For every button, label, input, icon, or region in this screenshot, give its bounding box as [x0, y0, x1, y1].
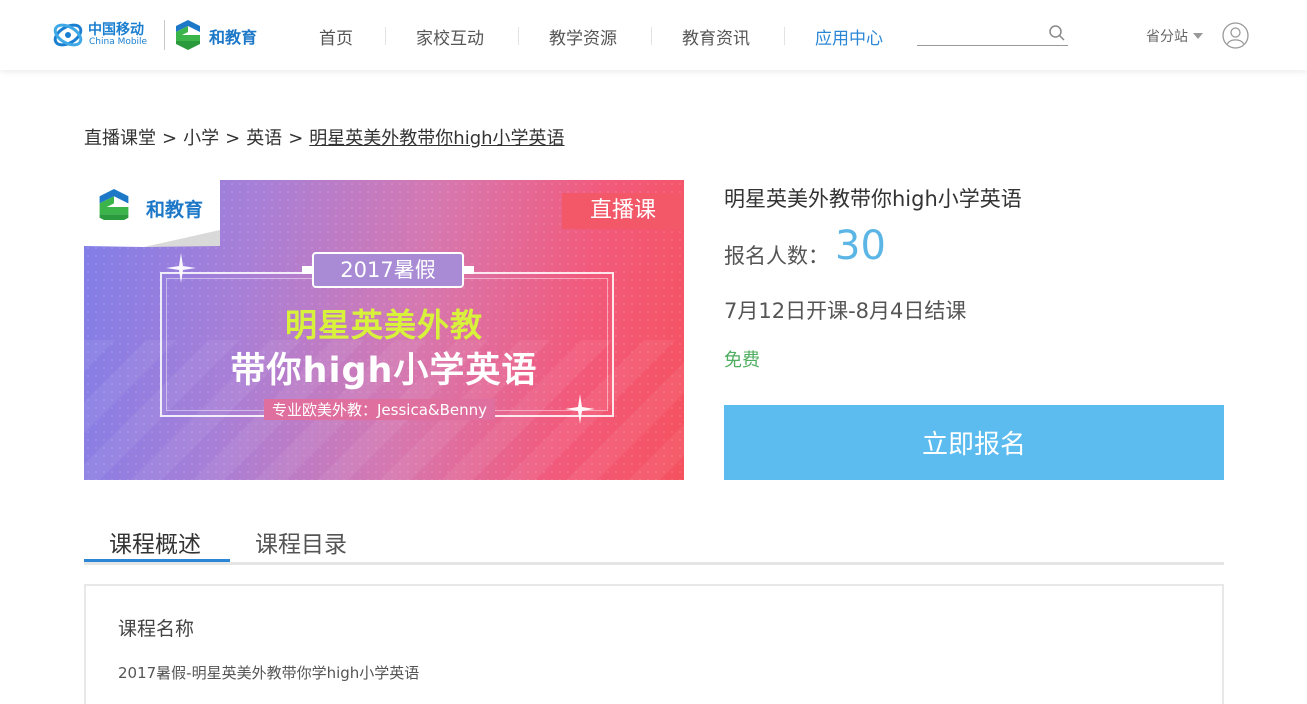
enrollment-count: 30	[835, 223, 886, 269]
user-icon[interactable]	[1222, 22, 1249, 49]
nav-item-home[interactable]: 首页	[319, 24, 353, 49]
sparkle-icon	[565, 394, 595, 424]
enroll-button[interactable]: 立即报名	[724, 405, 1224, 480]
breadcrumb-english[interactable]: 英语	[246, 128, 282, 149]
china-mobile-cn: 中国移动	[88, 22, 144, 38]
banner-teacher-line: 专业欧美外教：Jessica&Benny	[264, 399, 495, 420]
breadcrumb-separator: >	[225, 128, 241, 149]
nav-separator	[651, 27, 652, 45]
china-mobile-en: China Mobile	[89, 37, 148, 47]
sparkle-icon	[166, 253, 196, 283]
nav-separator	[385, 27, 386, 45]
course-overview-panel: 课程名称 2017暑假-明星英美外教带你学high小学英语	[84, 584, 1224, 704]
search-input[interactable]	[917, 22, 1042, 44]
china-mobile-swirl-icon	[53, 23, 83, 47]
nav-separator	[784, 27, 785, 45]
he-education-text: 和教育	[209, 28, 258, 47]
breadcrumb-live-class[interactable]: 直播课堂	[84, 128, 156, 149]
banner-year-pill: 2017暑假	[312, 252, 464, 288]
banner-headline-1: 明星英美外教	[284, 306, 483, 344]
chevron-down-icon	[1193, 33, 1203, 39]
search-box	[917, 22, 1068, 46]
nav-item-teaching-resources[interactable]: 教学资源	[549, 24, 617, 49]
logo-divider	[164, 20, 165, 50]
nav-item-app-center[interactable]: 应用中心	[815, 24, 883, 49]
breadcrumb-current-course[interactable]: 明星英美外教带你high小学英语	[309, 128, 564, 149]
top-header: 中国移动 China Mobile 和教育 首页 家校互动 教学资源 教育资讯 …	[0, 0, 1307, 70]
course-banner-image: 和教育 直播课 2017暑假 明星英美外教 带你high小学英语 专业欧美外教：…	[84, 180, 684, 480]
pill-connector	[302, 266, 312, 274]
region-selector[interactable]: 省分站	[1146, 26, 1203, 46]
nav-item-home-school[interactable]: 家校互动	[416, 24, 484, 49]
banner-logo-fold	[84, 220, 220, 247]
tab-course-catalog[interactable]: 课程目录	[255, 525, 347, 559]
region-label: 省分站	[1146, 29, 1188, 45]
course-dates: 7月12日开课-8月4日结课	[724, 299, 967, 323]
enrollment-count-label: 报名人数：	[724, 244, 829, 268]
breadcrumb: 直播课堂 > 小学 > 英语 > 明星英美外教带你high小学英语	[84, 124, 565, 150]
course-name-value: 2017暑假-明星英美外教带你学high小学英语	[118, 664, 420, 682]
course-price: 免费	[724, 350, 760, 371]
banner-logo-text: 和教育	[146, 199, 204, 221]
breadcrumb-primary[interactable]: 小学	[183, 128, 219, 149]
course-title: 明星英美外教带你high小学英语	[724, 187, 1022, 211]
he-education-mark-icon	[176, 20, 200, 50]
nav-separator	[518, 27, 519, 45]
search-icon[interactable]	[1048, 24, 1066, 42]
breadcrumb-separator: >	[288, 128, 304, 149]
china-mobile-logo[interactable]: 中国移动 China Mobile	[52, 18, 162, 52]
course-tabs: 课程概述 课程目录	[84, 515, 1224, 565]
breadcrumb-separator: >	[162, 128, 178, 149]
pill-connector	[464, 266, 474, 274]
banner-headline-2: 带你high小学英语	[230, 351, 538, 391]
active-tab-indicator	[84, 559, 230, 562]
tab-course-overview[interactable]: 课程概述	[109, 525, 201, 559]
course-name-heading: 课程名称	[118, 618, 195, 640]
live-course-tag: 直播课	[562, 193, 684, 229]
nav-item-education-news[interactable]: 教育资讯	[682, 24, 750, 49]
